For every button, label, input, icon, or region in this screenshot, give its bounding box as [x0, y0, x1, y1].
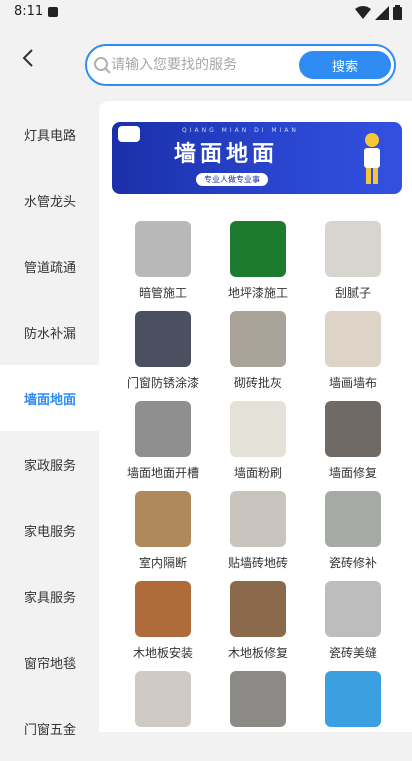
service-item[interactable] — [123, 671, 203, 732]
service-label: 砌砖批灰 — [233, 376, 282, 390]
service-thumbnail — [325, 581, 381, 637]
sidebar-item-wall-floor[interactable]: 墙面地面 — [0, 365, 99, 431]
search-icon — [94, 57, 111, 74]
service-thumbnail — [135, 311, 191, 367]
status-icons — [355, 5, 402, 20]
service-thumbnail — [135, 401, 191, 457]
service-thumbnail — [230, 401, 286, 457]
service-item[interactable]: 暗管施工 — [123, 221, 203, 301]
service-label: 墙面修复 — [328, 466, 377, 480]
search-button[interactable]: 搜索 — [299, 51, 391, 79]
service-item[interactable]: 墙画墙布 — [313, 311, 393, 391]
service-thumbnail — [325, 491, 381, 547]
service-item[interactable]: 瓷砖美缝 — [313, 581, 393, 661]
service-item[interactable]: 室内隔断 — [123, 491, 203, 571]
signal-icon — [375, 5, 389, 20]
worker-illustration-icon — [364, 133, 380, 184]
service-thumbnail — [230, 581, 286, 637]
sidebar-item-appliance[interactable]: 家电服务 — [0, 497, 99, 563]
sidebar-item-furniture[interactable]: 家具服务 — [0, 563, 99, 629]
service-label: 地坪漆施工 — [227, 286, 288, 300]
sidebar-item-waterproof[interactable]: 防水补漏 — [0, 299, 99, 365]
service-item[interactable]: 地坪漆施工 — [218, 221, 298, 301]
service-thumbnail — [230, 671, 286, 727]
search-input[interactable] — [111, 52, 266, 78]
sidebar-item-lighting[interactable]: 灯具电路 — [0, 101, 99, 167]
service-thumbnail — [135, 221, 191, 277]
service-label: 木地板安装 — [132, 646, 193, 660]
service-item[interactable]: 门窗防锈涂漆 — [123, 311, 203, 391]
service-label: 墙画墙布 — [328, 376, 377, 390]
service-thumbnail — [325, 311, 381, 367]
service-label: 墙面地面开槽 — [126, 466, 199, 480]
service-thumbnail — [325, 221, 381, 277]
search-bar: 搜索 — [85, 44, 396, 86]
service-panel: QIANG MIAN DI MIAN 墙面地面 专业人做专业事 暗管施工 地坪漆施… — [99, 101, 412, 732]
service-thumbnail — [230, 221, 286, 277]
service-thumbnail — [135, 671, 191, 727]
sidebar-item-drain[interactable]: 管道疏通 — [0, 233, 99, 299]
service-label: 墙面粉刷 — [233, 466, 282, 480]
status-bar: 8:11 — [0, 0, 412, 26]
service-item[interactable]: 木地板安装 — [123, 581, 203, 661]
service-label: 木地板修复 — [227, 646, 288, 660]
service-thumbnail — [135, 491, 191, 547]
service-label: 刮腻子 — [334, 286, 371, 300]
service-item[interactable]: 刮腻子 — [313, 221, 393, 301]
sidebar-item-housekeeping[interactable]: 家政服务 — [0, 431, 99, 497]
service-label: 瓷砖美缝 — [328, 646, 377, 660]
service-item[interactable]: 木地板修复 — [218, 581, 298, 661]
category-banner[interactable]: QIANG MIAN DI MIAN 墙面地面 专业人做专业事 — [112, 122, 402, 194]
service-thumbnail — [325, 401, 381, 457]
service-item[interactable]: 墙面修复 — [313, 401, 393, 481]
service-item[interactable]: 瓷砖修补 — [313, 491, 393, 571]
battery-icon — [393, 5, 402, 20]
service-thumbnail — [135, 581, 191, 637]
service-item[interactable]: 墙面粉刷 — [218, 401, 298, 481]
service-label: 门窗防锈涂漆 — [126, 376, 199, 390]
service-label: 室内隔断 — [138, 556, 187, 570]
header: 搜索 — [0, 26, 412, 98]
service-item[interactable]: 砌砖批灰 — [218, 311, 298, 391]
service-thumbnail — [325, 671, 381, 727]
banner-tagline: 专业人做专业事 — [196, 173, 268, 186]
brand-logo-icon — [118, 126, 140, 142]
back-button[interactable] — [14, 44, 42, 72]
service-item[interactable] — [313, 671, 393, 732]
sidebar-item-curtain[interactable]: 窗帘地毯 — [0, 629, 99, 695]
banner-pinyin: QIANG MIAN DI MIAN — [182, 127, 299, 134]
notification-icon — [48, 7, 58, 17]
banner-title: 墙面地面 — [174, 142, 279, 167]
status-time: 8:11 — [14, 4, 44, 19]
service-item[interactable]: 贴墙砖地砖 — [218, 491, 298, 571]
sidebar-item-plumbing[interactable]: 水管龙头 — [0, 167, 99, 233]
service-label: 暗管施工 — [138, 286, 187, 300]
chevron-left-icon — [22, 49, 33, 67]
service-thumbnail — [230, 491, 286, 547]
service-thumbnail — [230, 311, 286, 367]
wifi-icon — [355, 5, 371, 19]
service-item[interactable]: 墙面地面开槽 — [123, 401, 203, 481]
sidebar-item-door-hardware[interactable]: 门窗五金 — [0, 695, 99, 761]
service-item[interactable] — [218, 671, 298, 732]
service-label: 贴墙砖地砖 — [227, 556, 288, 570]
category-sidebar: 灯具电路 水管龙头 管道疏通 防水补漏 墙面地面 家政服务 家电服务 家具服务 … — [0, 98, 99, 738]
service-label: 瓷砖修补 — [328, 556, 377, 570]
